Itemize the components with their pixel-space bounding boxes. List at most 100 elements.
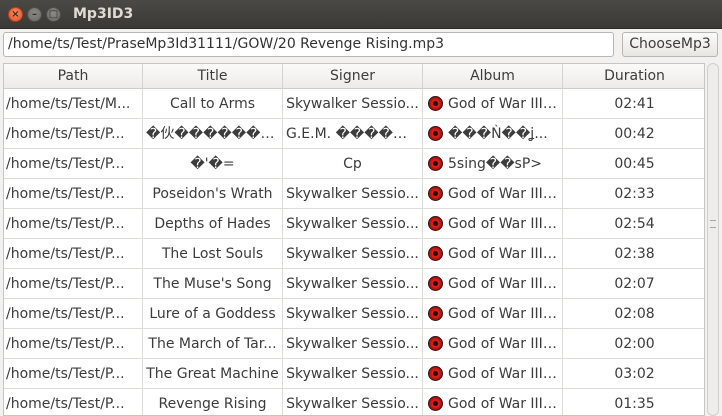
path-cell-text: /home/ts/Test/M... xyxy=(6,96,131,112)
minimize-button[interactable]: – xyxy=(27,7,42,22)
path-cell: /home/ts/Test/P... xyxy=(4,269,143,299)
signer-cell-text: G.E.M. ������ xyxy=(286,126,422,142)
table-row[interactable]: /home/ts/Test/P... The March of Tar... Sky… xyxy=(4,329,704,359)
signer-cell: G.E.M. ������ xyxy=(283,119,423,149)
title-cell-text: The Lost Souls xyxy=(161,246,264,262)
close-button[interactable]: × xyxy=(8,7,23,22)
maximize-button[interactable]: □ xyxy=(46,7,61,22)
title-cell-text: Call to Arms xyxy=(169,96,256,112)
duration-cell: 02:33 xyxy=(563,179,704,209)
duration-cell: 02:00 xyxy=(563,329,704,359)
album-cell-text: God of War III ... xyxy=(448,216,561,232)
album-cell-text: God of War III ... xyxy=(448,396,561,412)
column-header-duration[interactable]: Duration xyxy=(563,64,704,89)
title-cell: Depths of Hades xyxy=(143,209,283,239)
scrollbar-track[interactable] xyxy=(707,63,719,416)
path-cell: /home/ts/Test/P... xyxy=(4,209,143,239)
title-cell-text: The Great Machine xyxy=(146,366,279,382)
window-title: Mp3ID3 xyxy=(73,6,134,22)
album-cell: God of War III ... xyxy=(423,299,563,329)
signer-cell-text: Skywalker Sessio... xyxy=(286,396,419,412)
minimize-icon: – xyxy=(32,9,37,20)
album-disc-icon xyxy=(428,366,443,381)
title-cell-text: �'�= xyxy=(190,156,235,172)
table-row[interactable]: /home/ts/Test/P... Lure of a Goddess Skywa… xyxy=(4,299,704,329)
album-cell: God of War III ... xyxy=(423,89,563,119)
album-cell-text: God of War III ... xyxy=(448,366,561,382)
table-row[interactable]: /home/ts/Test/P... Poseidon's Wrath Skywal… xyxy=(4,179,704,209)
duration-cell: 02:54 xyxy=(563,209,704,239)
album-disc-icon xyxy=(428,306,443,321)
duration-cell-text: 02:41 xyxy=(614,96,655,112)
path-cell-text: /home/ts/Test/P... xyxy=(6,306,125,322)
album-cell-text: God of War III ... xyxy=(448,276,561,292)
signer-cell: Skywalker Sessio... xyxy=(283,239,423,269)
album-cell: ���Ǹ��ʝ... xyxy=(423,119,563,149)
album-cell: 5sing��sP> xyxy=(423,149,563,179)
table-header: Path Title Signer Album Duration xyxy=(4,64,704,89)
album-disc-icon xyxy=(428,126,443,141)
title-cell-text: Poseidon's Wrath xyxy=(152,186,273,202)
vertical-scrollbar[interactable] xyxy=(706,63,720,416)
title-cell: The Great Machine xyxy=(143,359,283,389)
column-header-signer[interactable]: Signer xyxy=(283,64,423,89)
album-disc-icon xyxy=(428,186,443,201)
album-cell-text: God of War III ... xyxy=(448,186,561,202)
choose-mp3-button[interactable]: ChooseMp3 xyxy=(622,32,718,57)
table-row[interactable]: /home/ts/Test/P... The Lost Souls Skywalke… xyxy=(4,239,704,269)
table-row[interactable]: /home/ts/Test/P... The Great Machine Skywa… xyxy=(4,359,704,389)
title-cell: Poseidon's Wrath xyxy=(143,179,283,209)
album-cell-text: God of War III ... xyxy=(448,336,561,352)
title-cell-text: The March of Tar... xyxy=(148,336,277,352)
path-cell: /home/ts/Test/P... xyxy=(4,359,143,389)
album-disc-icon xyxy=(428,156,443,171)
duration-cell: 02:08 xyxy=(563,299,704,329)
album-cell: God of War III ... xyxy=(423,179,563,209)
path-cell: /home/ts/Test/P... xyxy=(4,389,143,415)
title-cell-text: �伙�������... xyxy=(146,126,283,142)
column-header-album[interactable]: Album xyxy=(423,64,563,89)
title-cell: The Lost Souls xyxy=(143,239,283,269)
album-cell: God of War III ... xyxy=(423,329,563,359)
table-row[interactable]: /home/ts/Test/P... �'�= Cp 5sing��sP> 00:45 xyxy=(4,149,704,179)
path-cell-text: /home/ts/Test/P... xyxy=(6,366,125,382)
signer-cell-text: Skywalker Sessio... xyxy=(286,276,419,292)
album-cell: God of War III ... xyxy=(423,269,563,299)
table-row[interactable]: /home/ts/Test/P... The Muse's Song Skywalk… xyxy=(4,269,704,299)
title-cell-text: Depths of Hades xyxy=(154,216,271,232)
path-cell-text: /home/ts/Test/P... xyxy=(6,246,125,262)
signer-cell: Cp xyxy=(283,149,423,179)
title-bar: × – □ Mp3ID3 xyxy=(0,0,722,29)
column-header-path[interactable]: Path xyxy=(4,64,143,89)
duration-cell-text: 02:07 xyxy=(614,276,655,292)
table-row[interactable]: /home/ts/Test/P... �伙�������... G.E.M. ���… xyxy=(4,119,704,149)
duration-cell-text: 02:00 xyxy=(614,336,655,352)
duration-cell: 00:42 xyxy=(563,119,704,149)
album-cell-text: 5sing��sP> xyxy=(448,156,543,172)
path-cell: /home/ts/Test/P... xyxy=(4,299,143,329)
title-cell-text: Revenge Rising xyxy=(158,396,267,412)
album-disc-icon xyxy=(428,336,443,351)
signer-cell-text: Skywalker Sessio... xyxy=(286,186,419,202)
path-cell: /home/ts/Test/P... xyxy=(4,119,143,149)
table-row[interactable]: /home/ts/Test/P... Depths of Hades Skywalk… xyxy=(4,209,704,239)
mp3-path-input[interactable]: /home/ts/Test/PraseMp3Id31111/GOW/20 Rev… xyxy=(3,32,614,57)
duration-cell: 02:38 xyxy=(563,239,704,269)
signer-cell: Skywalker Sessio... xyxy=(283,329,423,359)
close-icon: × xyxy=(11,9,20,20)
signer-cell: Skywalker Sessio... xyxy=(283,389,423,415)
signer-cell: Skywalker Sessio... xyxy=(283,209,423,239)
path-cell: /home/ts/Test/P... xyxy=(4,149,143,179)
duration-cell-text: 01:35 xyxy=(614,396,655,412)
path-cell: /home/ts/Test/P... xyxy=(4,239,143,269)
column-header-title[interactable]: Title xyxy=(143,64,283,89)
signer-cell: Skywalker Sessio... xyxy=(283,269,423,299)
title-cell: �伙�������... xyxy=(143,119,283,149)
album-cell-text: God of War III ... xyxy=(448,306,561,322)
table-row[interactable]: /home/ts/Test/P... Revenge Rising Skywalke… xyxy=(4,389,704,415)
album-disc-icon xyxy=(428,96,443,111)
signer-cell: Skywalker Sessio... xyxy=(283,89,423,119)
duration-cell-text: 03:02 xyxy=(614,366,655,382)
album-cell: God of War III ... xyxy=(423,239,563,269)
table-row[interactable]: /home/ts/Test/M... Call to Arms Skywalker … xyxy=(4,89,704,119)
